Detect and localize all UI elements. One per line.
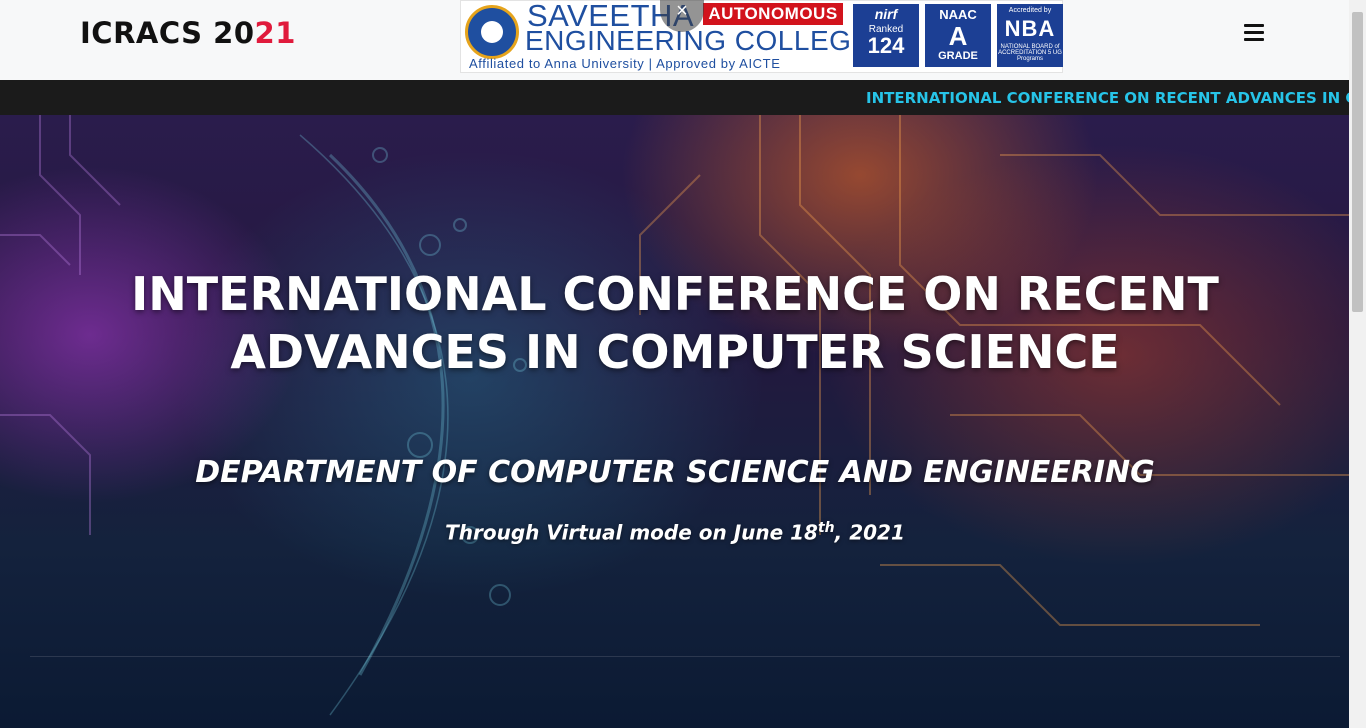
- ticker-text: INTERNATIONAL CONFERENCE ON RECENT ADVAN…: [866, 89, 1349, 107]
- naac-grade-badge: NAAC A GRADE: [925, 4, 991, 67]
- nba-accreditation-badge: Accredited by NBA NATIONAL BOARD of ACCR…: [997, 4, 1063, 67]
- site-brand-logo[interactable]: ICRACS 2021: [80, 16, 296, 50]
- hamburger-bar: [1244, 31, 1264, 34]
- college-seal-icon: [465, 5, 519, 59]
- brand-text: ICRACS 20: [80, 16, 255, 50]
- college-name-line2: ENGINEERING COLLEGE: [525, 25, 871, 56]
- circuit-background-graphic: [0, 115, 1349, 716]
- hamburger-bar: [1244, 24, 1264, 27]
- site-header: ICRACS 2021 SAVEETHA AUTONOMOUS ENGINEER…: [0, 0, 1349, 80]
- naac-grade-value: A: [948, 21, 968, 51]
- date-ordinal: th: [817, 520, 835, 536]
- nirf-rank-value: 124: [867, 33, 905, 58]
- nba-top-label: Accredited by: [1008, 7, 1052, 14]
- college-tagline: Affiliated to Anna University | Approved…: [469, 56, 781, 71]
- conference-date: Through Virtual mode on June 18th, 2021: [100, 520, 1250, 545]
- nirf-title: nirf: [874, 6, 898, 22]
- hamburger-menu-icon[interactable]: [1244, 24, 1264, 42]
- hero-banner: INTERNATIONAL CONFERENCE ON RECENT ADVAN…: [0, 115, 1349, 728]
- hamburger-bar: [1244, 38, 1264, 41]
- news-ticker: INTERNATIONAL CONFERENCE ON RECENT ADVAN…: [0, 80, 1349, 115]
- naac-title: NAAC: [939, 7, 977, 22]
- page-scrollbar-thumb[interactable]: [1352, 12, 1363, 312]
- naac-grade-label: GRADE: [938, 50, 978, 62]
- nirf-rank-badge: nirf Ranked 124: [853, 4, 919, 67]
- hero-divider: [30, 656, 1340, 657]
- nba-logo-text: NBA: [1004, 16, 1056, 41]
- brand-accent-text: 21: [254, 16, 296, 50]
- autonomous-label: AUTONOMOUS: [703, 3, 843, 25]
- date-suffix: , 2021: [834, 520, 905, 545]
- conference-title: INTERNATIONAL CONFERENCE ON RECENT ADVAN…: [131, 267, 1219, 379]
- department-name: DEPARTMENT OF COMPUTER SCIENCE AND ENGIN…: [195, 455, 1155, 490]
- date-prefix: Through Virtual mode on June 18: [445, 520, 818, 545]
- nba-bottom-label: NATIONAL BOARD of ACCREDITATION 5 UG Pro…: [998, 44, 1062, 62]
